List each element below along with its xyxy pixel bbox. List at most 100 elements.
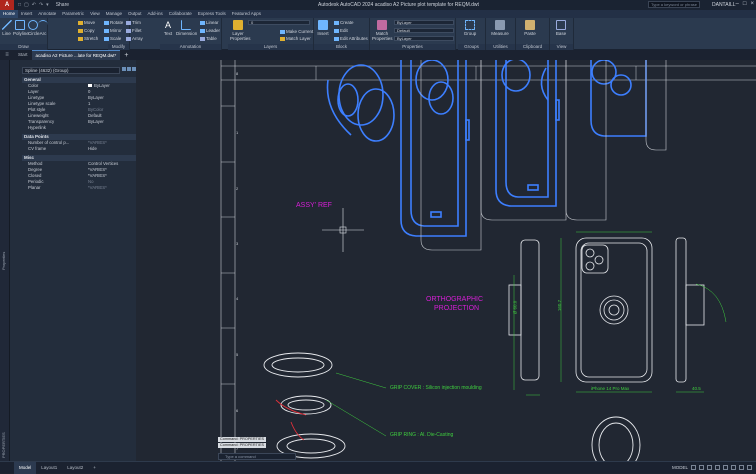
search-input[interactable]: Type a keyword or phrase: [648, 1, 700, 8]
tab-parametric[interactable]: Parametric: [59, 10, 87, 18]
fillet-button[interactable]: Fillet: [126, 28, 142, 33]
insert-button[interactable]: Insert: [316, 20, 330, 36]
grip-ring-part[interactable]: [276, 395, 641, 461]
selection-dropdown[interactable]: Spline (4632) (Group): [22, 67, 120, 74]
polyline-button[interactable]: Polyline: [13, 20, 29, 36]
dim-phone-model: iPhone 14 Pro Max: [591, 386, 630, 391]
trim-button[interactable]: Trim: [126, 20, 141, 25]
dim-height: 160.7: [557, 299, 563, 312]
edit-attributes-button[interactable]: Edit Attributes: [334, 36, 368, 41]
grip-cover-part[interactable]: [263, 352, 333, 378]
command-input[interactable]: Type a command: [218, 453, 296, 460]
undo-icon[interactable]: ↶: [32, 2, 36, 8]
tab-insert[interactable]: Insert: [18, 10, 35, 18]
properties-strip-label[interactable]: Properties: [1, 252, 6, 270]
tab-featured-apps[interactable]: Featured Apps: [229, 10, 264, 18]
customize-icon[interactable]: [747, 465, 752, 470]
move-button[interactable]: Move: [78, 20, 95, 25]
ortho-icon[interactable]: [707, 465, 712, 470]
tab-layout1[interactable]: Layout1: [36, 462, 62, 474]
create-button[interactable]: Create: [334, 20, 354, 25]
tab-express-tools[interactable]: Express Tools: [195, 10, 229, 18]
base-button[interactable]: Base: [552, 20, 570, 36]
make-current-button[interactable]: Make Current: [280, 29, 313, 34]
properties-strip-label-bottom[interactable]: PROPERTIES: [1, 432, 6, 458]
clipboard-panel: Paste Clipboard: [516, 18, 550, 50]
linetype-dropdown[interactable]: Default: [394, 28, 454, 33]
stretch-icon: [78, 36, 83, 41]
ruler-mark: 6: [236, 408, 239, 413]
qat-more-icon[interactable]: ▾: [46, 2, 49, 8]
snap-icon[interactable]: [699, 465, 704, 470]
osnap-icon[interactable]: [723, 465, 728, 470]
select-objects-icon[interactable]: [127, 67, 131, 71]
copy-button[interactable]: Copy: [78, 28, 95, 33]
circle-button[interactable]: Circle: [28, 20, 40, 36]
dimension-button[interactable]: Dimension: [176, 20, 197, 36]
measure-button[interactable]: Measure: [490, 20, 510, 36]
tab-annotate[interactable]: Annotate: [35, 10, 59, 18]
array-button[interactable]: Array: [126, 36, 143, 41]
label-orthographic: ORTHOGRAPHIC: [426, 296, 484, 303]
tab-layout2[interactable]: Layout2: [62, 462, 88, 474]
label-grip-cover: GRIP COVER : Silicon injection moulding: [390, 385, 482, 391]
tab-active-drawing[interactable]: acadiso A2 Picture ...late for REQM.dwt*: [31, 50, 121, 60]
open-icon[interactable]: ▢: [24, 2, 29, 8]
match-layer-button[interactable]: Match Layer: [280, 36, 311, 41]
tab-home[interactable]: Home: [0, 10, 19, 18]
tab-model[interactable]: Model: [14, 461, 37, 474]
new-layout-button[interactable]: +: [88, 462, 101, 474]
layer-dropdown[interactable]: 0: [248, 20, 310, 25]
tab-collaborate[interactable]: Collaborate: [166, 10, 195, 18]
prop-row-planar[interactable]: Planar *VARIES*: [22, 185, 142, 191]
prop-row-cv-frame[interactable]: CV frame Hide: [22, 146, 142, 152]
close-icon[interactable]: ×: [750, 1, 754, 7]
tab-start[interactable]: Start: [14, 50, 32, 60]
color-dropdown[interactable]: ByLayer: [394, 20, 454, 25]
table-button[interactable]: Table: [200, 36, 217, 41]
model-space-toggle[interactable]: MODEL: [672, 465, 688, 470]
new-icon[interactable]: □: [18, 2, 21, 8]
linear-button[interactable]: Linear: [200, 20, 219, 25]
tab-view[interactable]: View: [87, 10, 103, 18]
new-tab-button[interactable]: +: [120, 52, 132, 59]
line-button[interactable]: Line: [1, 20, 12, 36]
tab-output[interactable]: Output: [125, 10, 145, 18]
drawing-canvas[interactable]: 1 2 3 4 5 6 7 8 ASSY' REF ORTHOGRAPHIC P…: [136, 60, 756, 461]
assembly-exploded-view[interactable]: [326, 60, 647, 237]
copy-icon: [78, 28, 83, 33]
grid-icon[interactable]: [691, 465, 696, 470]
group-button[interactable]: Group: [460, 20, 480, 36]
hamburger-icon[interactable]: ≡: [0, 52, 14, 58]
application-menu-button[interactable]: A: [0, 0, 14, 10]
tab-add-ins[interactable]: Add-ins: [145, 10, 166, 18]
redo-icon[interactable]: ↷: [39, 2, 43, 8]
paste-button[interactable]: Paste: [520, 20, 540, 36]
user-name[interactable]: DANTAILL: [712, 2, 736, 8]
lineweight-dropdown[interactable]: ByLayer: [394, 36, 454, 41]
share-button[interactable]: Share: [56, 2, 69, 8]
text-button[interactable]: A Text: [162, 20, 174, 36]
mirror-button[interactable]: Mirror: [104, 28, 122, 33]
arc-button[interactable]: Arc: [38, 20, 48, 36]
leader-button[interactable]: Leader: [200, 28, 220, 33]
toggle-pickadd-icon[interactable]: [122, 67, 126, 71]
workspace-gear-icon[interactable]: [739, 465, 744, 470]
match-properties-button[interactable]: Match Properties: [372, 20, 393, 41]
rotate-button[interactable]: Rotate: [104, 20, 123, 25]
annotation-scale-icon[interactable]: [731, 465, 736, 470]
arc-icon: [38, 20, 48, 30]
orthographic-views[interactable]: [508, 237, 705, 383]
scale-button[interactable]: Scale: [104, 36, 121, 41]
minimize-icon[interactable]: –: [736, 1, 739, 7]
stretch-button[interactable]: Stretch: [78, 36, 98, 41]
polar-icon[interactable]: [715, 465, 720, 470]
tab-manage[interactable]: Manage: [103, 10, 125, 18]
edit-button[interactable]: Edit: [334, 28, 348, 33]
leader-icon: [200, 28, 205, 33]
prop-row-hyperlink[interactable]: Hyperlink: [22, 125, 142, 131]
maximize-icon[interactable]: □: [743, 1, 747, 7]
layer-properties-button[interactable]: Layer Properties: [230, 20, 251, 41]
color-swatch: [88, 84, 92, 88]
layer-properties-icon: [233, 20, 243, 30]
